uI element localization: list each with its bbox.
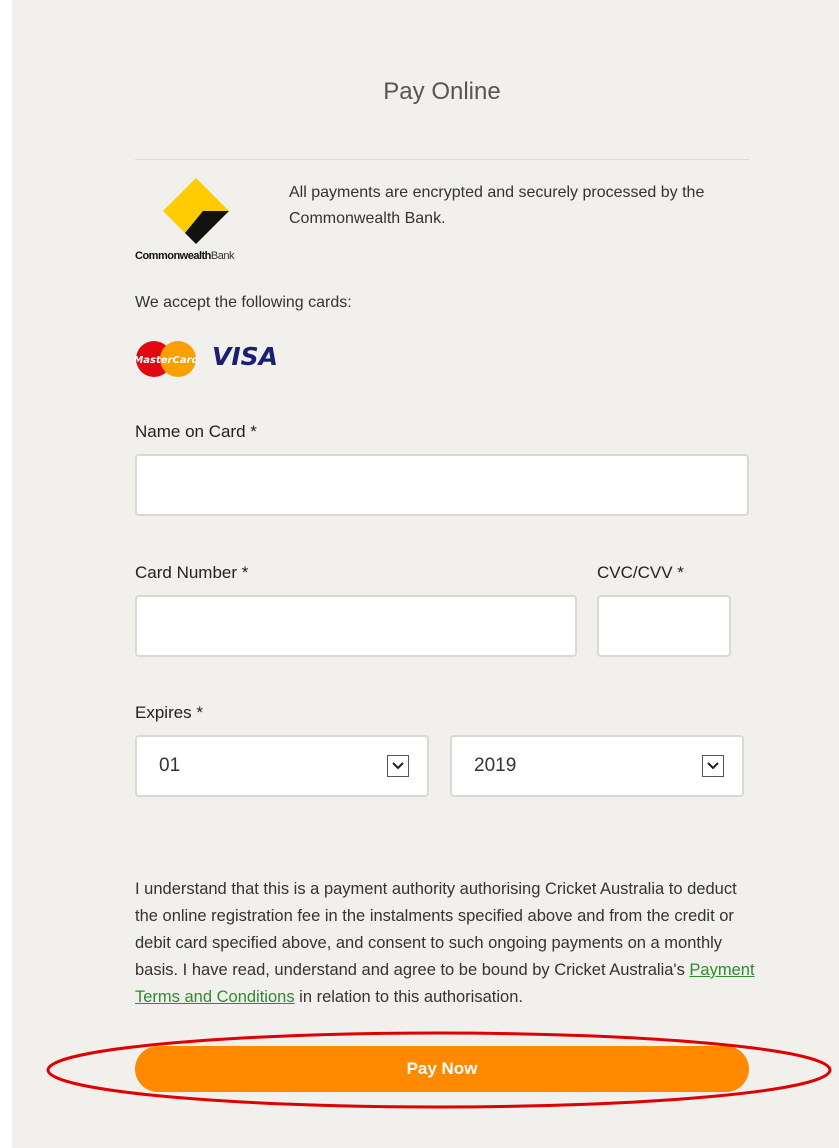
name-on-card-input[interactable] [135, 454, 749, 516]
card-number-input[interactable] [135, 595, 577, 657]
expiry-year-select[interactable]: 2019 [450, 735, 744, 797]
expires-label: Expires * [135, 703, 204, 722]
chevron-down-icon[interactable] [702, 755, 724, 777]
cvc-label: CVC/CVV * [597, 563, 684, 582]
page-title: Pay Online [383, 78, 501, 105]
card-logos: MasterCard VISA [135, 338, 335, 378]
expiry-year-value: 2019 [474, 755, 517, 776]
name-on-card-label: Name on Card * [135, 422, 257, 441]
commonwealth-bank-logo: CommonwealthBank [135, 178, 265, 264]
svg-text:MasterCard: MasterCard [135, 355, 197, 366]
cba-wordmark: CommonwealthBank [135, 250, 234, 262]
accepted-cards-label: We accept the following cards: [135, 294, 352, 311]
secure-notice: All payments are encrypted and securely … [289, 184, 705, 227]
title-divider [135, 159, 749, 160]
cba-diamond-icon [163, 178, 229, 244]
expiry-month-select[interactable]: 01 [135, 735, 429, 797]
pay-now-button[interactable]: Pay Now [135, 1046, 749, 1092]
expiry-month-value: 01 [159, 755, 181, 776]
chevron-down-icon[interactable] [387, 755, 409, 777]
visa-icon: VISA [212, 342, 279, 371]
card-number-label: Card Number * [135, 563, 249, 582]
cvc-input[interactable] [597, 595, 731, 657]
mastercard-icon: MasterCard [135, 341, 197, 377]
authorisation-text: I understand that this is a payment auth… [135, 880, 755, 1006]
